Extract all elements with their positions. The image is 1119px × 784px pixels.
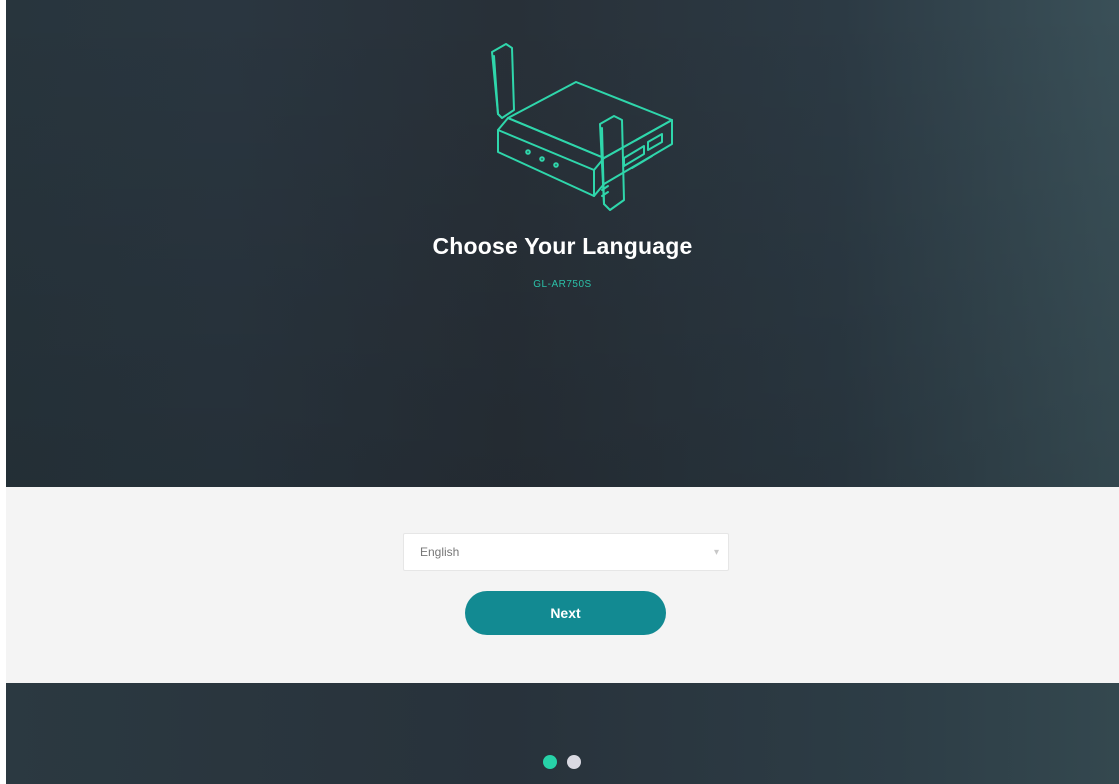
page-title: Choose Your Language — [432, 233, 693, 259]
language-panel: English ▾ Next — [6, 487, 1119, 683]
hero-section: Choose Your Language GL-AR750S — [6, 0, 1119, 487]
language-select[interactable]: English ▾ — [403, 533, 729, 571]
pagination-dots — [543, 755, 581, 771]
chevron-down-icon: ▾ — [713, 547, 719, 558]
language-select-value: English — [420, 545, 460, 559]
device-model-label: GL-AR750S — [533, 279, 592, 290]
setup-screen: Choose Your Language GL-AR750S English ▾… — [6, 0, 1119, 784]
pagination-dot-2[interactable] — [567, 755, 581, 769]
router-illustration — [491, 43, 673, 211]
footer-section — [6, 683, 1119, 784]
next-button[interactable]: Next — [465, 591, 666, 635]
pagination-dot-1[interactable] — [543, 755, 557, 769]
